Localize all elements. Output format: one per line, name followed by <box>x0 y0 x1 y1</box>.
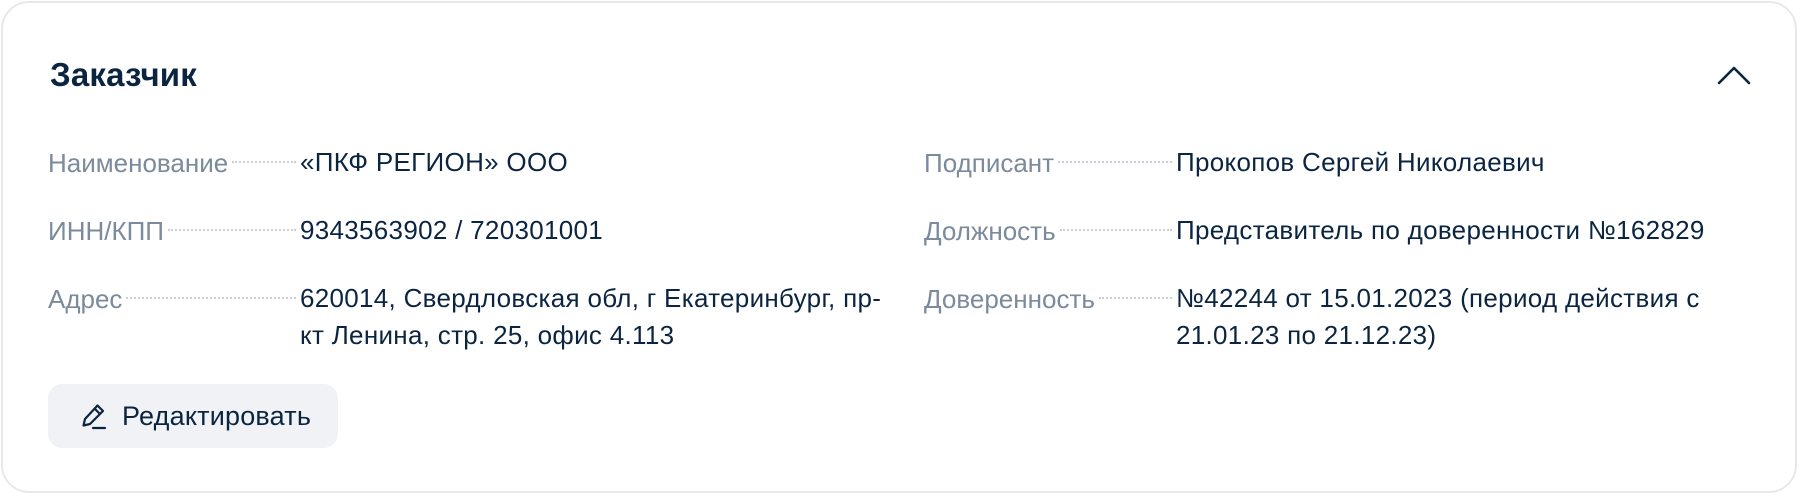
detail-value: №42244 от 15.01.2023 (период действия с … <box>1176 283 1700 350</box>
detail-value: Представитель по доверенности №162829 <box>1176 215 1705 245</box>
detail-label: ИНН/КПП <box>48 216 164 246</box>
dotted-leader <box>126 297 296 299</box>
dotted-leader <box>232 161 296 163</box>
dotted-leader <box>1058 161 1172 163</box>
detail-row-power-of-attorney: Доверенность №42244 от 15.01.2023 (перио… <box>924 280 1788 354</box>
detail-label: Наименование <box>48 148 229 178</box>
detail-row-address: Адрес 620014, Свердловская обл, г Екатер… <box>48 280 888 354</box>
detail-value: 620014, Свердловская обл, г Екатеринбург… <box>300 283 882 350</box>
detail-row-signatory: Подписант Прокопов Сергей Николаевич <box>924 144 1788 182</box>
detail-label: Подписант <box>924 148 1055 178</box>
chevron-up-icon <box>1717 66 1751 85</box>
detail-row-name: Наименование «ПКФ РЕГИОН» ООО <box>48 144 888 182</box>
dotted-leader <box>167 229 296 231</box>
detail-label: Доверенность <box>924 284 1095 314</box>
detail-value: Прокопов Сергей Николаевич <box>1176 147 1545 177</box>
detail-label: Адрес <box>48 284 123 314</box>
edit-button[interactable]: Редактировать <box>48 384 338 448</box>
edit-button-label: Редактировать <box>122 400 312 431</box>
dotted-leader <box>1098 297 1172 299</box>
detail-row-inn-kpp: ИНН/КПП 9343563902 / 720301001 <box>48 212 888 250</box>
detail-label: Должность <box>924 216 1056 246</box>
detail-value: «ПКФ РЕГИОН» ООО <box>300 147 568 177</box>
detail-row-position: Должность Представитель по доверенности … <box>924 212 1788 250</box>
card-title: Заказчик <box>50 56 198 93</box>
collapse-button[interactable] <box>1714 55 1754 95</box>
detail-value: 9343563902 / 720301001 <box>300 215 604 245</box>
card-header: Заказчик <box>50 51 1751 99</box>
pencil-icon <box>78 401 108 431</box>
dotted-leader <box>1059 229 1172 231</box>
